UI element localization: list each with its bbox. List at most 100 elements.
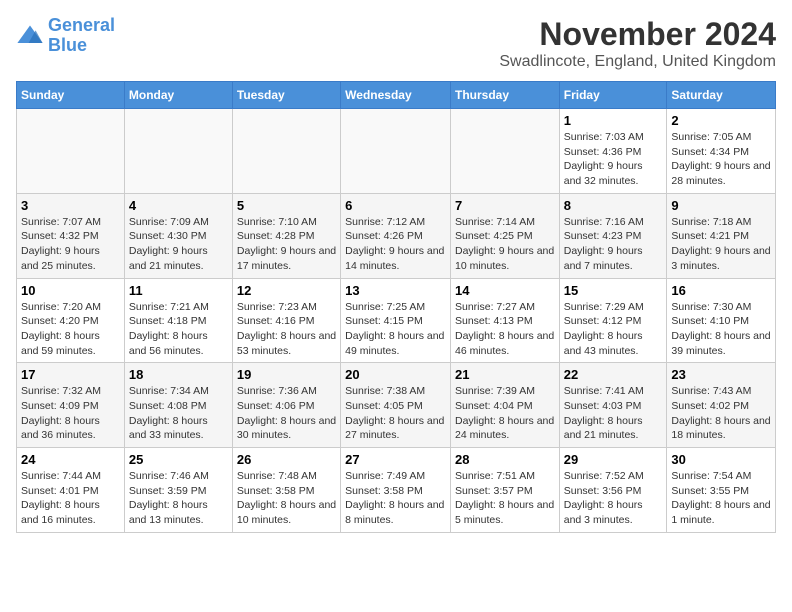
header-row: SundayMondayTuesdayWednesdayThursdayFrid… [17,82,776,109]
day-cell: 28 Sunrise: 7:51 AMSunset: 3:57 PMDayligh… [450,448,559,533]
day-number: 15 [564,283,663,298]
day-info: Sunrise: 7:16 AMSunset: 4:23 PMDaylight:… [564,215,663,274]
day-number: 30 [671,452,771,467]
day-number: 16 [671,283,771,298]
day-cell: 10 Sunrise: 7:20 AMSunset: 4:20 PMDayligh… [17,278,125,363]
day-number: 28 [455,452,555,467]
day-cell: 11 Sunrise: 7:21 AMSunset: 4:18 PMDayligh… [124,278,232,363]
day-info: Sunrise: 7:44 AMSunset: 4:01 PMDaylight:… [21,469,120,528]
day-cell [450,109,559,194]
day-number: 3 [21,198,120,213]
day-info: Sunrise: 7:12 AMSunset: 4:26 PMDaylight:… [345,215,446,274]
header-cell-saturday: Saturday [667,82,776,109]
day-cell: 3Sunrise: 7:07 AMSunset: 4:32 PMDaylight… [17,193,125,278]
day-number: 14 [455,283,555,298]
day-info: Sunrise: 7:38 AMSunset: 4:05 PMDaylight:… [345,384,446,443]
day-cell: 22Sunrise: 7:41 AMSunset: 4:03 PMDayligh… [559,363,667,448]
day-info: Sunrise: 7:48 AMSunset: 3:58 PMDaylight:… [237,469,336,528]
day-number: 19 [237,367,336,382]
day-cell: 21Sunrise: 7:39 AMSunset: 4:04 PMDayligh… [450,363,559,448]
day-number: 4 [129,198,228,213]
day-cell: 13Sunrise: 7:25 AMSunset: 4:15 PMDayligh… [341,278,451,363]
day-number: 21 [455,367,555,382]
day-number: 24 [21,452,120,467]
day-number: 10 [21,283,120,298]
day-number: 12 [237,283,336,298]
day-number: 26 [237,452,336,467]
day-info: Sunrise: 7:51 AMSunset: 3:57 PMDaylight:… [455,469,555,528]
calendar-body: 1Sunrise: 7:03 AMSunset: 4:36 PMDaylight… [17,109,776,533]
day-info: Sunrise: 7:43 AMSunset: 4:02 PMDaylight:… [671,384,771,443]
logo-text: General Blue [48,16,115,56]
week-row-5: 24 Sunrise: 7:44 AMSunset: 4:01 PMDayligh… [17,448,776,533]
header-cell-monday: Monday [124,82,232,109]
header-cell-thursday: Thursday [450,82,559,109]
day-cell: 7 Sunrise: 7:14 AMSunset: 4:25 PMDaylight… [450,193,559,278]
day-cell: 2 Sunrise: 7:05 AMSunset: 4:34 PMDaylight… [667,109,776,194]
day-cell: 27 Sunrise: 7:49 AMSunset: 3:58 PMDayligh… [341,448,451,533]
day-info: Sunrise: 7:32 AMSunset: 4:09 PMDaylight:… [21,384,120,443]
header-cell-sunday: Sunday [17,82,125,109]
day-cell: 18Sunrise: 7:34 AMSunset: 4:08 PMDayligh… [124,363,232,448]
day-number: 13 [345,283,446,298]
day-cell: 9 Sunrise: 7:18 AMSunset: 4:21 PMDaylight… [667,193,776,278]
title-area: November 2024 Swadlincote, England, Unit… [499,16,776,71]
header-cell-wednesday: Wednesday [341,82,451,109]
day-info: Sunrise: 7:20 AMSunset: 4:20 PMDaylight:… [21,300,120,359]
logo: General Blue [16,16,115,56]
day-cell: 16 Sunrise: 7:30 AMSunset: 4:10 PMDayligh… [667,278,776,363]
day-cell: 8Sunrise: 7:16 AMSunset: 4:23 PMDaylight… [559,193,667,278]
day-number: 22 [564,367,663,382]
day-info: Sunrise: 7:23 AMSunset: 4:16 PMDaylight:… [237,300,336,359]
day-info: Sunrise: 7:05 AMSunset: 4:34 PMDaylight:… [671,130,771,189]
day-info: Sunrise: 7:21 AMSunset: 4:18 PMDaylight:… [129,300,228,359]
day-number: 25 [129,452,228,467]
day-info: Sunrise: 7:36 AMSunset: 4:06 PMDaylight:… [237,384,336,443]
day-info: Sunrise: 7:52 AMSunset: 3:56 PMDaylight:… [564,469,663,528]
header-cell-friday: Friday [559,82,667,109]
day-info: Sunrise: 7:18 AMSunset: 4:21 PMDaylight:… [671,215,771,274]
week-row-1: 1Sunrise: 7:03 AMSunset: 4:36 PMDaylight… [17,109,776,194]
day-number: 2 [671,113,771,128]
day-cell: 5 Sunrise: 7:10 AMSunset: 4:28 PMDaylight… [232,193,340,278]
day-info: Sunrise: 7:10 AMSunset: 4:28 PMDaylight:… [237,215,336,274]
day-cell: 6Sunrise: 7:12 AMSunset: 4:26 PMDaylight… [341,193,451,278]
day-info: Sunrise: 7:54 AMSunset: 3:55 PMDaylight:… [671,469,771,528]
day-cell: 19 Sunrise: 7:36 AMSunset: 4:06 PMDayligh… [232,363,340,448]
day-cell [341,109,451,194]
day-info: Sunrise: 7:14 AMSunset: 4:25 PMDaylight:… [455,215,555,274]
day-cell: 30 Sunrise: 7:54 AMSunset: 3:55 PMDayligh… [667,448,776,533]
day-cell [17,109,125,194]
day-cell: 1Sunrise: 7:03 AMSunset: 4:36 PMDaylight… [559,109,667,194]
month-title: November 2024 [499,16,776,53]
day-number: 1 [564,113,663,128]
day-number: 27 [345,452,446,467]
day-info: Sunrise: 7:09 AMSunset: 4:30 PMDaylight:… [129,215,228,274]
calendar-header: SundayMondayTuesdayWednesdayThursdayFrid… [17,82,776,109]
day-cell: 20 Sunrise: 7:38 AMSunset: 4:05 PMDayligh… [341,363,451,448]
header: General Blue November 2024 Swadlincote, … [16,16,776,71]
day-number: 17 [21,367,120,382]
day-cell: 29 Sunrise: 7:52 AMSunset: 3:56 PMDayligh… [559,448,667,533]
day-info: Sunrise: 7:30 AMSunset: 4:10 PMDaylight:… [671,300,771,359]
day-cell: 4 Sunrise: 7:09 AMSunset: 4:30 PMDaylight… [124,193,232,278]
day-cell [232,109,340,194]
day-number: 23 [671,367,771,382]
week-row-3: 10 Sunrise: 7:20 AMSunset: 4:20 PMDayligh… [17,278,776,363]
day-info: Sunrise: 7:49 AMSunset: 3:58 PMDaylight:… [345,469,446,528]
week-row-2: 3Sunrise: 7:07 AMSunset: 4:32 PMDaylight… [17,193,776,278]
day-cell: 24 Sunrise: 7:44 AMSunset: 4:01 PMDayligh… [17,448,125,533]
day-info: Sunrise: 7:27 AMSunset: 4:13 PMDaylight:… [455,300,555,359]
day-number: 11 [129,283,228,298]
day-number: 9 [671,198,771,213]
calendar-table: SundayMondayTuesdayWednesdayThursdayFrid… [16,81,776,533]
week-row-4: 17 Sunrise: 7:32 AMSunset: 4:09 PMDayligh… [17,363,776,448]
day-number: 29 [564,452,663,467]
day-cell: 26 Sunrise: 7:48 AMSunset: 3:58 PMDayligh… [232,448,340,533]
logo-icon [16,22,44,50]
day-number: 7 [455,198,555,213]
day-number: 5 [237,198,336,213]
day-cell: 23 Sunrise: 7:43 AMSunset: 4:02 PMDayligh… [667,363,776,448]
day-number: 20 [345,367,446,382]
location-title: Swadlincote, England, United Kingdom [499,53,776,71]
